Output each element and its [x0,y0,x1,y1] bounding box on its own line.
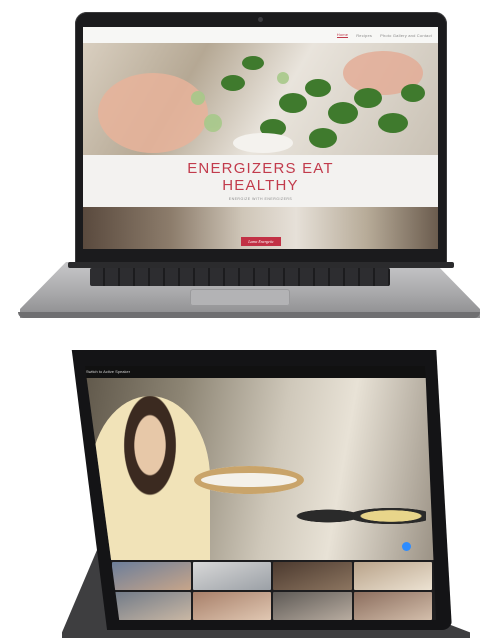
laptop-front-edge [18,312,480,318]
participant-tile[interactable] [353,592,432,620]
hero-photo [98,51,425,153]
site-title-line1: ENERGIZERS EAT [187,160,334,177]
laptop-keyboard [90,268,390,286]
participant-tile[interactable] [112,592,191,620]
laptop-trackpad [190,289,290,306]
nav-gallery-contact[interactable]: Photo Gallery and Contact [380,33,432,38]
camera-icon [258,17,263,22]
cooking-pans [286,496,426,536]
participant-tile[interactable] [273,562,352,590]
laptop-hinge [68,262,454,268]
speaker-person [90,396,210,560]
participant-tile[interactable] [353,562,432,590]
food-plate [194,466,304,494]
website-nav: Home Recipes Photo Gallery and Contact [83,27,438,43]
switch-speaker-button[interactable]: Switch to Active Speaker [86,369,130,374]
site-title-line2: HEALTHY [222,177,299,194]
site-subtitle: ENERGIZE WITH ENERGIZERS [228,197,293,201]
participant-tile[interactable] [192,592,271,620]
nav-home[interactable]: Home [336,32,349,38]
chat-icon[interactable] [402,542,411,551]
participant-tile[interactable] [192,562,271,590]
laptop-screen: Home Recipes Photo Gallery and Contact E… [83,27,438,249]
site-title: ENERGIZERS EAT HEALTHY [83,160,438,194]
participant-tile[interactable] [112,562,191,590]
signature-logo: Lama Energetic [241,237,281,246]
zoom-top-bar: Switch to Active Speaker [85,366,436,378]
zoom-call-screen: Switch to Active Speaker [85,366,436,620]
participant-gallery [112,562,432,620]
nav-recipes[interactable]: Recipes [356,33,372,38]
hero-image-food [83,43,438,155]
participant-tile[interactable] [273,592,352,620]
